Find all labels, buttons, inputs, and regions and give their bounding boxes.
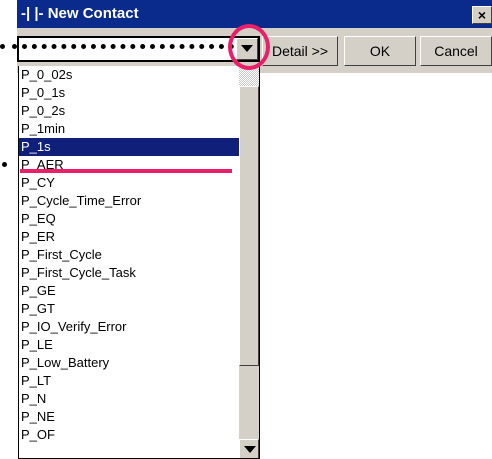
list-item[interactable]: P_Cycle_Time_Error [19,192,239,210]
scroll-down-button[interactable] [239,439,259,458]
list-item[interactable]: P_EQ [19,210,239,228]
annotation-dot [2,162,7,167]
list-item[interactable]: P_0_1s [19,84,239,102]
ok-button[interactable]: OK [344,36,416,66]
list-item[interactable]: P_IO_Verify_Error [19,318,239,336]
dropdown-items: P_0_02s P_0_1s P_0_2s P_1min P_1s P_AER P_CY P_… [19,66,239,444]
list-item[interactable]: P_Low_Battery [19,354,239,372]
list-item[interactable]: P_CY [19,174,239,192]
list-item[interactable]: P_LE [19,336,239,354]
list-item[interactable]: P_N [19,390,239,408]
cancel-button[interactable]: Cancel [420,36,492,66]
list-item[interactable]: P_0_02s [19,66,239,84]
list-item[interactable]: P_1min [19,120,239,138]
dropdown-list[interactable]: P_0_02s P_0_1s P_0_2s P_1min P_1s P_AER P_CY P_… [18,66,260,459]
list-item[interactable]: P_LT [19,372,239,390]
arrow-down-icon [244,446,256,453]
window-titlebar: -| |- New Contact × [17,0,492,28]
list-item[interactable]: P_ER [19,228,239,246]
dotted-leader-inside [22,44,234,49]
contact-combo-box[interactable] [17,36,260,62]
window-title: -| |- New Contact [21,5,139,22]
detail-button[interactable]: Detail >> [262,36,338,66]
annotation-circle [228,24,270,70]
list-item[interactable]: P_GT [19,300,239,318]
list-item[interactable]: P_GE [19,282,239,300]
dotted-leader-left [0,44,17,49]
list-item[interactable]: P_1s [19,138,239,156]
list-item[interactable]: P_0_2s [19,102,239,120]
list-item[interactable]: P_First_Cycle [19,246,239,264]
scroll-thumb[interactable] [239,86,259,366]
annotation-underline [20,169,232,173]
list-scrollbar[interactable] [239,66,259,458]
list-item[interactable]: P_First_Cycle_Task [19,264,239,282]
list-item[interactable]: P_OF [19,426,239,444]
close-button[interactable]: × [472,6,492,24]
list-item[interactable]: P_NE [19,408,239,426]
